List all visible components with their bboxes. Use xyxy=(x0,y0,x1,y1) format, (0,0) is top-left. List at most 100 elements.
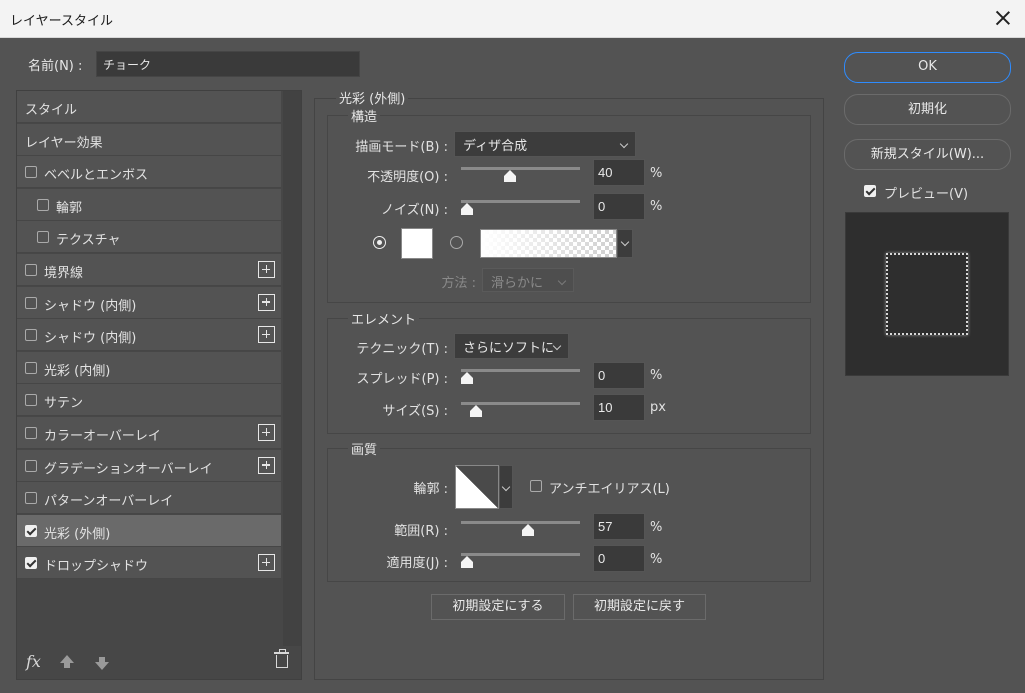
color-radio[interactable] xyxy=(373,236,386,249)
style-checkbox[interactable] xyxy=(25,361,37,374)
style-item-label: シャドウ (内側) xyxy=(44,298,137,314)
spread-slider[interactable] xyxy=(461,369,580,385)
style-list-item[interactable]: 光彩 (外側) xyxy=(17,514,281,547)
style-item-label: パターンオーバーレイ xyxy=(44,494,174,510)
style-checkbox[interactable] xyxy=(25,427,37,439)
style-item-label: テクスチャ xyxy=(56,233,121,249)
move-up-icon[interactable] xyxy=(60,655,74,668)
preview-shape xyxy=(886,253,968,335)
blend-mode-select[interactable]: ディザ合成 xyxy=(454,131,636,157)
slider-thumb[interactable] xyxy=(461,556,473,568)
gradient-swatch[interactable] xyxy=(480,229,617,258)
reset-button[interactable]: 初期化 xyxy=(844,94,1011,125)
jitter-slider[interactable] xyxy=(461,553,580,569)
gradient-dropdown[interactable] xyxy=(617,229,633,258)
name-input[interactable] xyxy=(96,51,360,77)
style-checkbox[interactable] xyxy=(25,166,37,179)
close-icon[interactable] xyxy=(993,8,1013,28)
style-list-item[interactable]: パターンオーバーレイ xyxy=(17,482,281,515)
style-checkbox[interactable] xyxy=(25,296,37,309)
jitter-label: 適用度(J) : xyxy=(386,556,449,571)
add-icon[interactable] xyxy=(258,456,275,474)
style-checkbox[interactable] xyxy=(25,264,37,276)
style-list-item[interactable]: レイヤー効果 xyxy=(17,123,281,156)
list-scrollbar[interactable] xyxy=(283,91,301,646)
add-icon[interactable] xyxy=(258,293,275,311)
chevron-down-icon xyxy=(552,341,562,351)
style-item-label: レイヤー効果 xyxy=(25,135,103,151)
style-checkbox[interactable] xyxy=(25,394,37,407)
noise-label: ノイズ(N) : xyxy=(381,203,448,218)
jitter-input[interactable] xyxy=(593,545,645,572)
size-input[interactable] xyxy=(593,394,645,421)
style-list-item[interactable]: ベベルとエンボス xyxy=(17,156,281,189)
add-icon[interactable] xyxy=(258,424,275,441)
style-item-label: サテン xyxy=(44,396,84,412)
chevron-down-icon xyxy=(619,139,629,149)
window-title: レイヤースタイル xyxy=(10,14,113,29)
style-item-label: シャドウ (内側) xyxy=(44,331,137,347)
style-checkbox[interactable] xyxy=(25,557,37,570)
spread-input[interactable] xyxy=(593,362,645,389)
panel-title: 光彩 (外側) xyxy=(336,88,409,107)
jitter-unit: % xyxy=(650,552,663,567)
range-slider[interactable] xyxy=(461,521,580,537)
style-list-item[interactable]: ドロップシャドウ xyxy=(17,547,281,580)
style-list-item[interactable]: スタイル xyxy=(17,91,281,123)
size-slider[interactable] xyxy=(461,402,580,418)
contour-label: 輪郭 : xyxy=(413,482,448,497)
style-item-label: グラデーションオーバーレイ xyxy=(44,461,213,477)
slider-thumb[interactable] xyxy=(461,203,473,215)
style-checkbox[interactable] xyxy=(25,329,37,342)
slider-track xyxy=(461,369,580,372)
slider-thumb[interactable] xyxy=(461,372,473,384)
range-input[interactable] xyxy=(593,513,645,540)
style-checkbox[interactable] xyxy=(25,524,37,537)
slider-track xyxy=(461,167,580,170)
slider-track xyxy=(461,521,580,524)
noise-slider[interactable] xyxy=(461,200,580,216)
antialias-label: アンチエイリアス(L) xyxy=(549,482,670,497)
style-list-item[interactable]: 光彩 (内側) xyxy=(17,351,281,384)
style-checkbox[interactable] xyxy=(25,492,37,505)
antialias-checkbox[interactable] xyxy=(530,480,542,492)
style-list-item[interactable]: シャドウ (内側) xyxy=(17,319,281,352)
move-down-icon[interactable] xyxy=(95,657,109,670)
size-unit: px xyxy=(650,400,666,415)
style-list-item[interactable]: 境界線 xyxy=(17,254,281,286)
opacity-slider[interactable] xyxy=(461,167,580,183)
style-item-label: ベベルとエンボス xyxy=(44,168,149,184)
style-list-item[interactable]: シャドウ (内側) xyxy=(17,286,281,319)
preview-checkbox[interactable] xyxy=(864,185,876,197)
new-style-button[interactable]: 新規スタイル(W)... xyxy=(844,139,1011,170)
style-list-item[interactable]: 輪郭 xyxy=(17,188,281,221)
style-checkbox[interactable] xyxy=(37,231,49,244)
slider-thumb[interactable] xyxy=(503,170,516,182)
style-checkbox[interactable] xyxy=(25,459,37,472)
spread-unit: % xyxy=(650,368,663,383)
style-checkbox[interactable] xyxy=(37,198,49,211)
add-icon[interactable] xyxy=(258,326,275,344)
title-bar: レイヤースタイル xyxy=(0,0,1025,38)
quality-title: 画質 xyxy=(348,439,381,458)
reset-default-button[interactable]: 初期設定に戻す xyxy=(573,594,706,620)
add-icon[interactable] xyxy=(258,261,275,278)
contour-dropdown[interactable] xyxy=(499,465,513,509)
add-icon[interactable] xyxy=(258,554,275,572)
style-list-item[interactable]: サテン xyxy=(17,384,281,417)
gradient-radio[interactable] xyxy=(450,236,463,249)
style-list-item[interactable]: テクスチャ xyxy=(17,221,281,254)
fx-icon[interactable]: fx xyxy=(26,652,41,671)
trash-icon[interactable] xyxy=(274,649,289,668)
glow-color-swatch[interactable] xyxy=(401,228,433,259)
slider-thumb[interactable] xyxy=(521,524,534,536)
make-default-button[interactable]: 初期設定にする xyxy=(431,594,565,620)
style-list-item[interactable]: グラデーションオーバーレイ xyxy=(17,449,281,482)
contour-swatch[interactable] xyxy=(455,465,499,509)
slider-thumb[interactable] xyxy=(469,405,482,417)
technique-select[interactable]: さらにソフトに xyxy=(454,333,569,359)
opacity-input[interactable] xyxy=(593,159,645,186)
style-list-item[interactable]: カラーオーバーレイ xyxy=(17,417,281,449)
ok-button[interactable]: OK xyxy=(844,52,1011,83)
noise-input[interactable] xyxy=(593,193,645,220)
